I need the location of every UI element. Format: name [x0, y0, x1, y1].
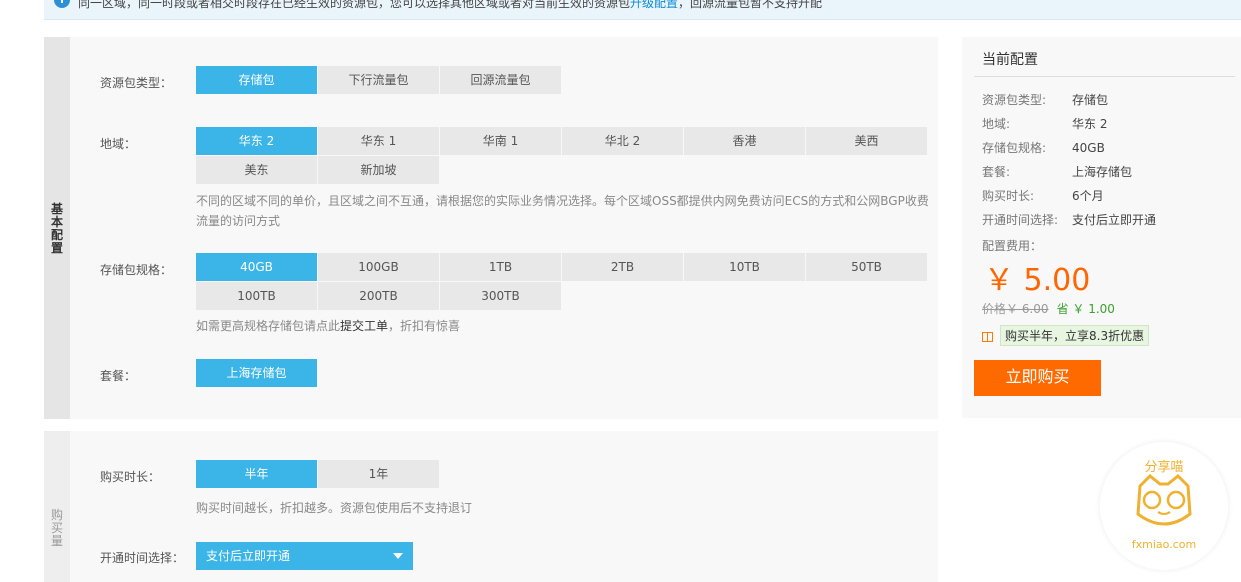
- package-type-label: 资源包类型：: [100, 76, 173, 90]
- activation-select[interactable]: 支付后立即开通: [196, 542, 413, 570]
- activation-label: 开通时间选择：: [100, 551, 185, 565]
- purchase-side: 购买量: [44, 431, 70, 582]
- original-price-label: 价格: [982, 302, 1007, 316]
- summary-value: 华东 2: [1072, 117, 1108, 131]
- size-option-40gb[interactable]: 40GB: [196, 253, 317, 281]
- fee-label-text: 配置费用：: [982, 239, 1043, 253]
- size-option-1tb[interactable]: 1TB: [440, 253, 561, 281]
- saving-amount: ￥ 1.00: [1072, 302, 1115, 316]
- buy-now-button[interactable]: 立即购买: [974, 360, 1101, 396]
- summary-key: 地域:: [982, 117, 1011, 131]
- notice-bar: i 同一区域，同一时段或者相交时段存在已经生效的资源包，您可以选择其他区域或者对…: [44, 0, 1241, 20]
- current-config-panel: 当前配置 资源包类型: 存储包 地域: 华东 2 存储包规格: 40GB 套餐: 上海存…: [962, 37, 1241, 418]
- size-option-2tb[interactable]: 2TB: [562, 253, 683, 281]
- original-price-value: ￥ 6.00: [1006, 302, 1049, 316]
- chevron-down-icon: [393, 553, 403, 559]
- region-option-hongkong[interactable]: 香港: [684, 127, 805, 155]
- basic-config-side: 基本配置: [44, 37, 70, 419]
- summary-value: 6个月: [1072, 189, 1104, 203]
- summary-row: 开通时间选择: 支付后立即开通: [982, 211, 1156, 228]
- region-hint: 不同的区域不同的单价，且区域之间不互通，请根据您的实际业务情况选择。每个区域OS…: [196, 194, 929, 228]
- purchase-panel: 购买量 购买时长： 半年 1年 购买时间越长，折扣越多。资源包使用后不支持退订 …: [44, 431, 938, 582]
- summary-key: 资源包类型:: [982, 93, 1047, 107]
- fee-label: 配置费用：: [982, 237, 1072, 254]
- package-type-option-downstream[interactable]: 下行流量包: [318, 66, 439, 94]
- summary-value: 40GB: [1072, 141, 1105, 155]
- size-option-50tb[interactable]: 50TB: [806, 253, 927, 281]
- region-option-south1[interactable]: 华南 1: [440, 127, 561, 155]
- size-hint-pre: 如需更高规格存储包请点此: [196, 319, 341, 333]
- size-hint-post: ，折扣有惊喜: [388, 319, 461, 333]
- size-option-100gb[interactable]: 100GB: [318, 253, 439, 281]
- summary-value: 上海存储包: [1072, 165, 1133, 179]
- duration-option-1-year[interactable]: 1年: [318, 460, 439, 488]
- duration-label: 购买时长：: [100, 470, 161, 484]
- watermark-bottom-text: fxmiao.com: [1131, 538, 1197, 551]
- summary-key: 存储包规格:: [982, 141, 1047, 155]
- purchase-side-label: 购买量: [51, 508, 64, 548]
- notice-body: 同一区域，同一时段或者相交时段存在已经生效的资源包，您可以选择其他区域或者对当前…: [78, 0, 631, 10]
- gift-icon: [982, 332, 993, 342]
- package-type-option-storage[interactable]: 存储包: [196, 66, 317, 94]
- summary-value: 支付后立即开通: [1072, 213, 1157, 227]
- region-option-singapore[interactable]: 新加坡: [318, 156, 439, 184]
- basic-config-side-label: 基本配置: [51, 202, 64, 255]
- duration-hint: 购买时间越长，折扣越多。资源包使用后不支持退订: [196, 501, 473, 515]
- duration-option-half-year[interactable]: 半年: [196, 460, 317, 488]
- submit-ticket-link[interactable]: 提交工单: [340, 319, 388, 333]
- saving-label: 省: [1056, 302, 1069, 316]
- region-option-north2[interactable]: 华北 2: [562, 127, 683, 155]
- plan-option-shanghai[interactable]: 上海存储包: [196, 359, 317, 387]
- original-price-line: 价格￥ 6.00 省 ￥ 1.00: [982, 300, 1115, 317]
- summary-key: 套餐:: [982, 165, 1011, 179]
- size-hint: 如需更高规格存储包请点此提交工单，折扣有惊喜: [196, 316, 460, 336]
- size-option-10tb[interactable]: 10TB: [684, 253, 805, 281]
- total-price: ￥ 5.00: [984, 263, 1091, 298]
- region-option-useast[interactable]: 美东: [196, 156, 317, 184]
- summary-key: 开通时间选择:: [982, 213, 1059, 227]
- size-option-300tb[interactable]: 300TB: [440, 282, 561, 310]
- size-option-100tb[interactable]: 100TB: [196, 282, 317, 310]
- saving: 省 ￥ 1.00: [1057, 302, 1115, 316]
- promo-line: 购买半年，立享8.3折优惠: [982, 325, 1150, 346]
- original-price: 价格￥ 6.00: [982, 302, 1049, 316]
- activation-select-value: 支付后立即开通: [206, 549, 291, 563]
- summary-row: 地域: 华东 2: [982, 115, 1107, 132]
- package-type-option-origin[interactable]: 回源流量包: [440, 66, 561, 94]
- info-icon: i: [54, 0, 70, 8]
- region-option-east1[interactable]: 华东 1: [318, 127, 439, 155]
- upgrade-config-link[interactable]: 升级配置: [630, 0, 678, 10]
- size-option-200tb[interactable]: 200TB: [318, 282, 439, 310]
- plan-label: 套餐：: [100, 369, 137, 383]
- summary-row: 资源包类型: 存储包: [982, 91, 1108, 108]
- region-option-uswest[interactable]: 美西: [806, 127, 927, 155]
- summary-row: 购买时长: 6个月: [982, 187, 1104, 204]
- watermark-logo: 分享喵 fxmiao.com: [1100, 442, 1228, 570]
- notice-text: 同一区域，同一时段或者相交时段存在已经生效的资源包，您可以选择其他区域或者对当前…: [78, 0, 822, 11]
- summary-row: 存储包规格: 40GB: [982, 139, 1105, 156]
- summary-divider: [974, 76, 1235, 77]
- current-config-title: 当前配置: [982, 52, 1038, 68]
- promo-tag: 购买半年，立享8.3折优惠: [1000, 325, 1150, 346]
- basic-config-panel: 基本配置 资源包类型： 存储包 下行流量包 回源流量包 地域： 华东 2 华东 …: [44, 37, 938, 419]
- summary-value: 存储包: [1072, 93, 1109, 107]
- notice-tail: ，回源流量包暂不支持升配: [678, 0, 823, 10]
- region-option-east2[interactable]: 华东 2: [196, 127, 317, 155]
- region-label: 地域：: [100, 137, 137, 151]
- summary-key: 购买时长:: [982, 189, 1035, 203]
- storage-size-label: 存储包规格：: [100, 263, 173, 277]
- summary-row: 套餐: 上海存储包: [982, 163, 1132, 180]
